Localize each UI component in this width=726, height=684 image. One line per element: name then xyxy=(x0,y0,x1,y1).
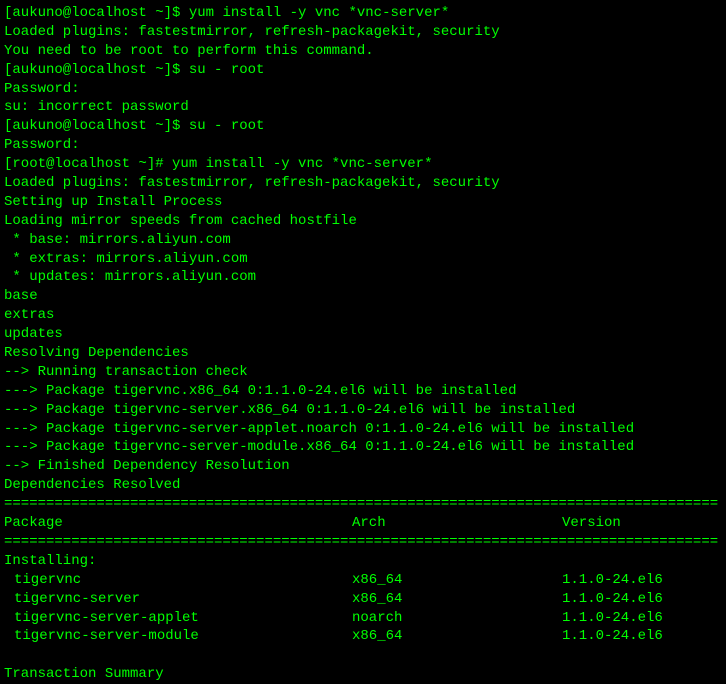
cell-arch: x86_64 xyxy=(352,627,562,646)
shell-prompt-root: [root@localhost ~]# xyxy=(4,156,172,172)
output-line: extras xyxy=(4,306,722,325)
shell-prompt: [aukuno@localhost ~]$ xyxy=(4,5,189,21)
prompt-line: [aukuno@localhost ~]$ su - root xyxy=(4,61,722,80)
cell-version: 1.1.0-24.el6 xyxy=(562,590,722,609)
output-line: updates xyxy=(4,325,722,344)
col-header-version: Version xyxy=(562,514,722,533)
output-line: Password: xyxy=(4,136,722,155)
output-line: Loading mirror speeds from cached hostfi… xyxy=(4,212,722,231)
cell-package: tigervnc-server-module xyxy=(4,627,352,646)
output-line: Resolving Dependencies xyxy=(4,344,722,363)
output-line: * updates: mirrors.aliyun.com xyxy=(4,268,722,287)
blank-line xyxy=(4,646,722,665)
output-line: Loaded plugins: fastestmirror, refresh-p… xyxy=(4,174,722,193)
cell-package: tigervnc-server-applet xyxy=(4,609,352,628)
shell-prompt: [aukuno@localhost ~]$ xyxy=(4,118,189,134)
output-line: You need to be root to perform this comm… xyxy=(4,42,722,61)
divider-line: ========================================… xyxy=(4,495,722,514)
table-row: tigervnc-server x86_64 1.1.0-24.el6 xyxy=(4,590,722,609)
command-text: yum install -y vnc *vnc-server* xyxy=(189,5,449,21)
prompt-line: [aukuno@localhost ~]$ yum install -y vnc… xyxy=(4,4,722,23)
output-line: ---> Package tigervnc-server.x86_64 0:1.… xyxy=(4,401,722,420)
cell-arch: x86_64 xyxy=(352,571,562,590)
cell-package: tigervnc-server xyxy=(4,590,352,609)
transaction-summary: Transaction Summary xyxy=(4,665,722,684)
prompt-line: [aukuno@localhost ~]$ su - root xyxy=(4,117,722,136)
installing-label: Installing: xyxy=(4,552,722,571)
output-line: Password: xyxy=(4,80,722,99)
table-header: Package Arch Version xyxy=(4,514,722,533)
shell-prompt: [aukuno@localhost ~]$ xyxy=(4,62,189,78)
divider-line: ========================================… xyxy=(4,533,722,552)
cell-arch: noarch xyxy=(352,609,562,628)
command-text: su - root xyxy=(189,118,265,134)
cell-version: 1.1.0-24.el6 xyxy=(562,571,722,590)
output-line: --> Running transaction check xyxy=(4,363,722,382)
prompt-line: [root@localhost ~]# yum install -y vnc *… xyxy=(4,155,722,174)
cell-version: 1.1.0-24.el6 xyxy=(562,627,722,646)
cell-arch: x86_64 xyxy=(352,590,562,609)
output-line: Loaded plugins: fastestmirror, refresh-p… xyxy=(4,23,722,42)
output-line: * base: mirrors.aliyun.com xyxy=(4,231,722,250)
table-row: tigervnc-server-module x86_64 1.1.0-24.e… xyxy=(4,627,722,646)
output-line: --> Finished Dependency Resolution xyxy=(4,457,722,476)
col-header-package: Package xyxy=(4,514,352,533)
col-header-arch: Arch xyxy=(352,514,562,533)
output-line: ---> Package tigervnc.x86_64 0:1.1.0-24.… xyxy=(4,382,722,401)
output-line: ---> Package tigervnc-server-module.x86_… xyxy=(4,438,722,457)
output-line: Setting up Install Process xyxy=(4,193,722,212)
output-line: su: incorrect password xyxy=(4,98,722,117)
table-row: tigervnc-server-applet noarch 1.1.0-24.e… xyxy=(4,609,722,628)
cell-package: tigervnc xyxy=(4,571,352,590)
output-line: ---> Package tigervnc-server-applet.noar… xyxy=(4,420,722,439)
table-row: tigervnc x86_64 1.1.0-24.el6 xyxy=(4,571,722,590)
command-text: yum install -y vnc *vnc-server* xyxy=(172,156,432,172)
output-line: * extras: mirrors.aliyun.com xyxy=(4,250,722,269)
command-text: su - root xyxy=(189,62,265,78)
output-line: Dependencies Resolved xyxy=(4,476,722,495)
terminal[interactable]: [aukuno@localhost ~]$ yum install -y vnc… xyxy=(4,4,722,660)
cell-version: 1.1.0-24.el6 xyxy=(562,609,722,628)
output-line: base xyxy=(4,287,722,306)
